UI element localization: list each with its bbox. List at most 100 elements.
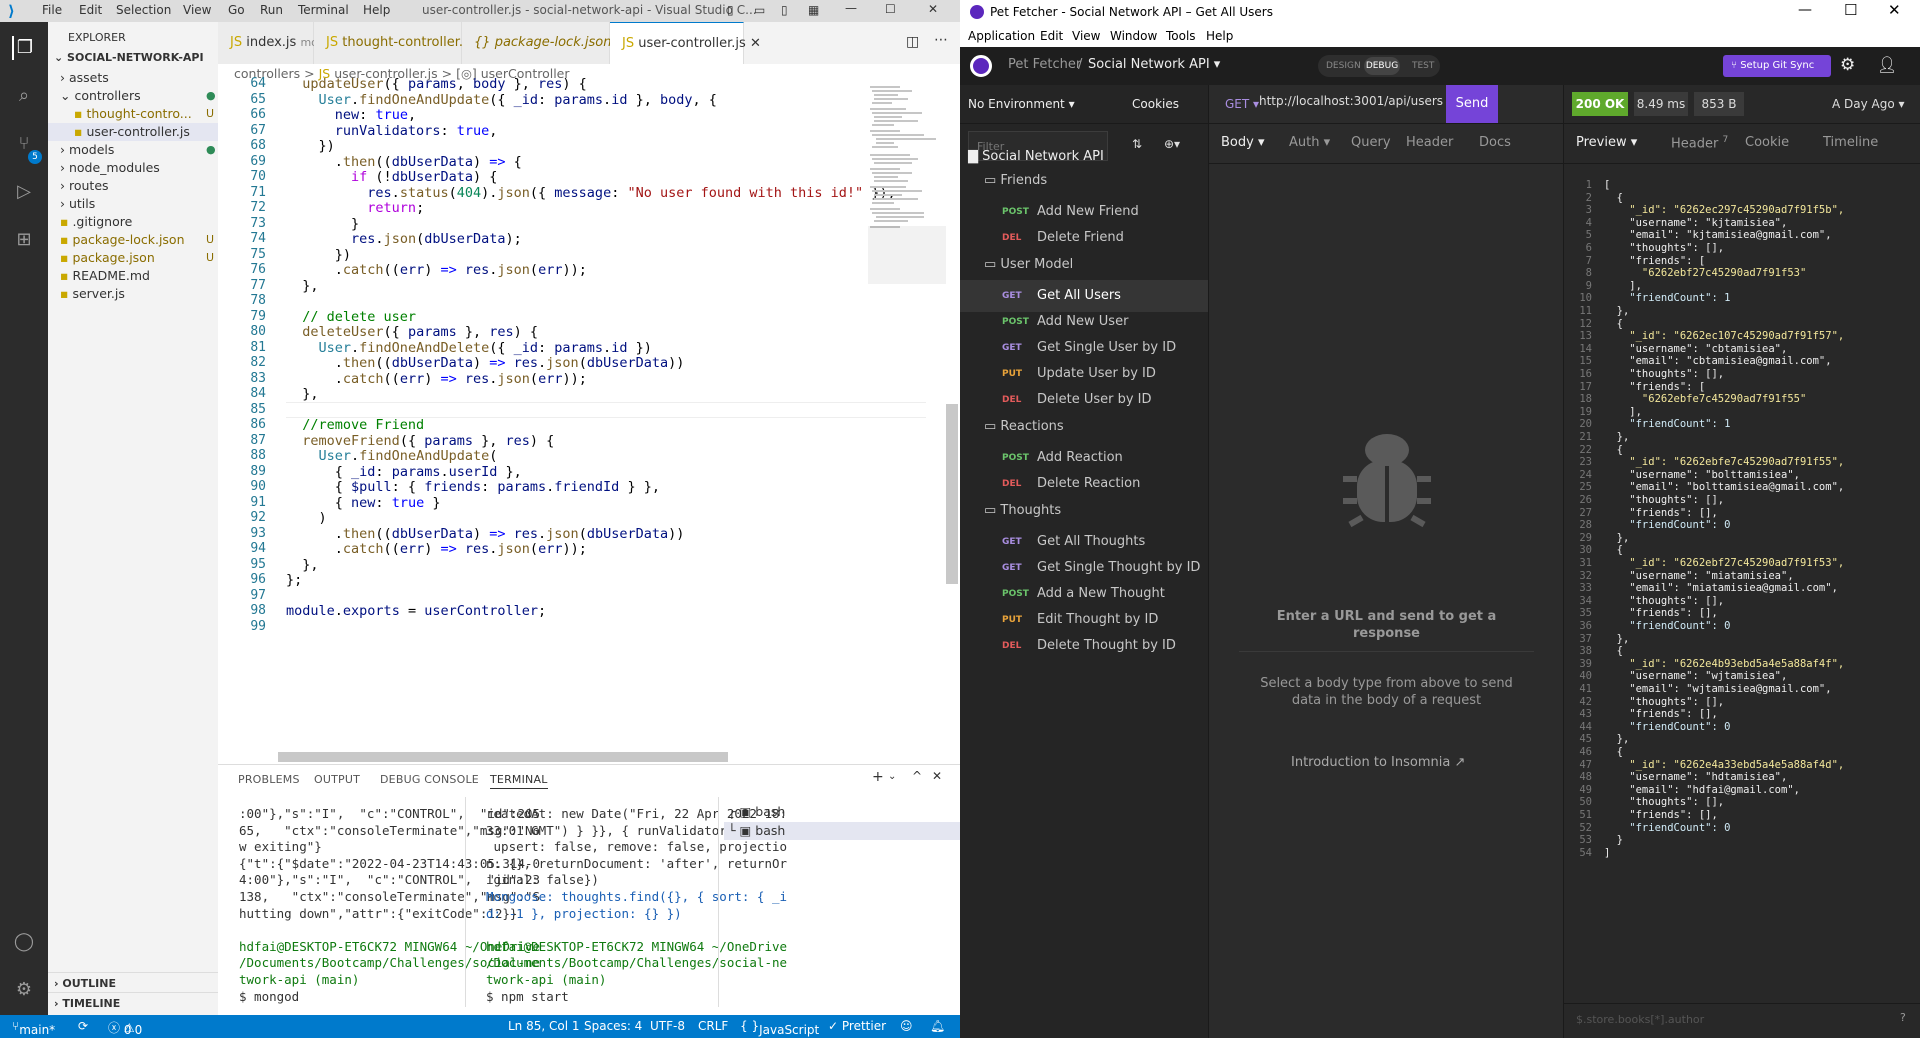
timeline-section[interactable]: › TIMELINE: [48, 992, 218, 1014]
menu-edit[interactable]: Edit: [1040, 29, 1063, 43]
request-item[interactable]: DEL Delete Reaction: [960, 468, 1208, 500]
folder-item[interactable]: ▭ Thoughts: [984, 503, 1061, 518]
tree-item[interactable]: ▪ package.json U: [48, 249, 218, 267]
tree-item[interactable]: ▪ thought-contro... U: [48, 105, 218, 123]
maximize-icon[interactable]: ☐: [885, 2, 896, 16]
menu-go[interactable]: Go: [228, 3, 245, 17]
mode-test[interactable]: TEST: [1412, 61, 1434, 71]
explorer-icon[interactable]: ❐: [12, 36, 36, 60]
cookies-button[interactable]: Cookies: [1132, 97, 1179, 111]
menu-edit[interactable]: Edit: [79, 3, 102, 17]
folder-item[interactable]: ▭ Reactions: [984, 419, 1064, 434]
tree-item[interactable]: › routes: [48, 177, 218, 195]
tab-close-icon[interactable]: ✕: [750, 36, 761, 51]
grid-layout-icon[interactable]: ▦: [808, 3, 819, 17]
menu-view[interactable]: View: [183, 3, 211, 17]
menu-view[interactable]: View: [1072, 29, 1100, 43]
settings-gear-icon[interactable]: ⚙: [1840, 55, 1855, 75]
tab-header[interactable]: Header: [1406, 135, 1453, 150]
code-editor[interactable]: 64 65 66 67 68 69 70 71 72 73 74 75 76 77 78 79 80 81 82 83…: [218, 76, 960, 764]
tab-preview[interactable]: Preview ▾: [1576, 135, 1637, 150]
encoding[interactable]: UTF-8: [650, 1019, 685, 1033]
tab-thought-controller[interactable]: JS thought-controller.js U: [314, 22, 487, 64]
close-icon[interactable]: ✕: [928, 2, 938, 16]
vertical-scrollbar[interactable]: [946, 404, 958, 584]
terminal-left[interactable]: :00"},"s":"I", "c":"CONTROL", "id":205 65…: [239, 806, 540, 1005]
terminal-right[interactable]: reatedAt: new Date("Fri, 22 Apr 2022 18:…: [486, 806, 787, 1005]
request-item[interactable]: DEL Delete Friend: [960, 222, 1208, 254]
mode-debug[interactable]: DEBUG: [1364, 57, 1400, 75]
panel-tab-problems[interactable]: PROBLEMS: [238, 773, 300, 786]
tab-docs[interactable]: Docs: [1479, 135, 1511, 150]
panel-tab-terminal[interactable]: TERMINAL: [490, 773, 548, 789]
help-icon[interactable]: ?: [1900, 1011, 1906, 1024]
extensions-icon[interactable]: ⊞: [12, 228, 36, 252]
line-ending[interactable]: CRLF: [698, 1019, 728, 1033]
tab-auth[interactable]: Auth ▾: [1289, 135, 1330, 150]
account-icon[interactable]: 👤︎: [1877, 55, 1897, 74]
url-input[interactable]: [1259, 89, 1443, 113]
project-header[interactable]: ⌄ SOCIAL-NETWORK-API: [48, 47, 218, 69]
prettier-status[interactable]: ✓ Prettier: [828, 1019, 886, 1033]
send-button[interactable]: Send: [1446, 85, 1498, 123]
menu-help[interactable]: Help: [363, 3, 390, 17]
feedback-icon[interactable]: ☺: [900, 1019, 913, 1033]
panel-tab-debug-console[interactable]: DEBUG CONSOLE: [380, 773, 479, 786]
add-item-icon[interactable]: ⊕▾: [1164, 137, 1180, 151]
tab-query[interactable]: Query: [1351, 135, 1391, 150]
minimap[interactable]: [868, 84, 946, 764]
menu-application[interactable]: Application: [968, 29, 1035, 43]
tree-item[interactable]: ▪ README.md: [48, 267, 218, 285]
search-icon[interactable]: ⌕: [12, 84, 36, 108]
menu-window[interactable]: Window: [1110, 29, 1157, 43]
new-terminal-icon[interactable]: +: [872, 769, 884, 785]
tab-user-controller[interactable]: JS user-controller.js ✕: [610, 22, 761, 64]
tab-timeline[interactable]: Timeline: [1823, 135, 1878, 150]
tree-item[interactable]: ▪ package-lock.json U: [48, 231, 218, 249]
insomnia-logo-icon[interactable]: [970, 55, 992, 77]
tab-response-header[interactable]: Header 7: [1671, 135, 1728, 151]
minimize-icon[interactable]: —: [1798, 2, 1812, 18]
environment-dropdown[interactable]: No Environment ▾: [968, 97, 1075, 111]
maximize-icon[interactable]: ☐: [1844, 1, 1857, 19]
account-icon[interactable]: ◯: [12, 930, 36, 954]
sort-icon[interactable]: ⇅: [1132, 137, 1142, 151]
folder-item[interactable]: ▭ User Model: [984, 257, 1073, 272]
tree-item[interactable]: › node_modules: [48, 159, 218, 177]
tree-item[interactable]: › models ●: [48, 141, 218, 159]
menu-selection[interactable]: Selection: [116, 3, 171, 17]
maximize-panel-icon[interactable]: ^: [912, 769, 922, 783]
menu-terminal[interactable]: Terminal: [298, 3, 349, 17]
panel-tab-output[interactable]: OUTPUT: [314, 773, 360, 786]
more-actions-icon[interactable]: ⋯: [934, 32, 948, 48]
request-item[interactable]: DEL Delete User by ID: [960, 384, 1208, 416]
branch-status[interactable]: ⑂ main*: [12, 1019, 55, 1037]
close-panel-icon[interactable]: ✕: [932, 769, 942, 783]
workspace-dropdown[interactable]: Social Network API ▾: [1088, 57, 1220, 72]
terminal-list-item[interactable]: ┌ ▣ bash: [728, 804, 785, 819]
layout-icon[interactable]: ▯: [727, 3, 734, 17]
settings-gear-icon[interactable]: ⚙: [12, 978, 36, 1002]
run-debug-icon[interactable]: ▷: [12, 180, 36, 204]
split-layout-icon[interactable]: ▯: [781, 3, 788, 17]
language-mode[interactable]: { } JavaScript: [740, 1019, 819, 1037]
tree-item[interactable]: ▪ .gitignore: [48, 213, 218, 231]
mode-design[interactable]: DESIGN: [1326, 61, 1361, 71]
org-link[interactable]: Pet Fetcher: [1008, 57, 1081, 72]
tab-package-lock[interactable]: {} package-lock.json U: [462, 22, 625, 64]
tree-item[interactable]: ▪ user-controller.js: [48, 123, 218, 141]
tab-index-js[interactable]: JS index.js models: [218, 22, 340, 64]
menu-run[interactable]: Run: [260, 3, 283, 17]
horizontal-scrollbar[interactable]: [278, 752, 728, 762]
setup-git-sync-button[interactable]: ⑂ Setup Git Sync: [1723, 55, 1831, 77]
tab-cookie[interactable]: Cookie: [1745, 135, 1789, 150]
sync-icon[interactable]: ⟳: [78, 1019, 88, 1033]
tree-item[interactable]: › assets: [48, 69, 218, 87]
tree-item[interactable]: ⌄ controllers ●: [48, 87, 218, 105]
tree-item[interactable]: ▪ server.js: [48, 285, 218, 303]
cursor-position[interactable]: Ln 85, Col 1: [508, 1019, 580, 1033]
method-dropdown[interactable]: GET ▾: [1225, 97, 1259, 111]
outline-section[interactable]: › OUTLINE: [48, 972, 218, 994]
tree-item[interactable]: › utils: [48, 195, 218, 213]
split-editor-icon[interactable]: ◫: [906, 34, 919, 50]
